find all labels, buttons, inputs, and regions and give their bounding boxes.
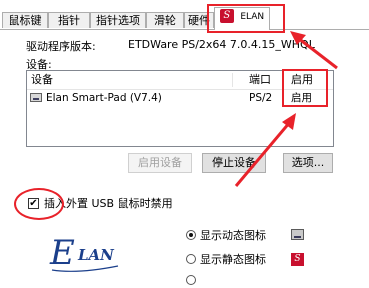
driver-version-label: 驱动程序版本: [26, 40, 96, 53]
tab-pointers[interactable]: 指针 [48, 12, 90, 28]
column-port[interactable]: 端口 [249, 71, 271, 89]
dynamic-touchpad-icon [291, 229, 304, 240]
tab-buttons[interactable]: 鼠标键 [2, 12, 48, 28]
annotation-circle-usb [14, 188, 64, 220]
radio-dynamic-button[interactable] [186, 230, 196, 240]
tab-wheel[interactable]: 滑轮 [146, 12, 184, 28]
static-elan-icon: S [291, 253, 304, 266]
options-button[interactable]: 选项... [283, 153, 333, 173]
radio-static-button[interactable] [186, 254, 196, 264]
tab-pointer-options[interactable]: 指针选项 [90, 12, 146, 28]
elan-logo-text: LAN [77, 246, 115, 264]
annotation-box-status [282, 69, 328, 107]
disable-device-button[interactable]: 停止设备 [202, 153, 266, 173]
enable-device-button[interactable]: 启用设备 [128, 153, 192, 173]
tab-elan[interactable]: S ELAN [214, 7, 270, 30]
device-name: Elan Smart-Pad (V7.4) [46, 92, 162, 104]
column-device[interactable]: 设备 [31, 71, 53, 89]
tab-strip: 鼠标键 指针 指针选项 滑轮 硬件 S ELAN [0, 0, 369, 30]
elan-logo-letter: E [49, 233, 75, 273]
radio-dynamic-label: 显示动态图标 [200, 229, 266, 242]
tab-elan-label: ELAN [240, 12, 265, 22]
driver-version-value: ETDWare PS/2x64 7.0.4.15_WHQL [128, 38, 315, 51]
driver-version: 驱动程序版本: ETDWare PS/2x64 7.0.4.15_WHQL [26, 38, 315, 54]
elan-icon: S [219, 9, 234, 23]
elan-logo: E LAN [48, 228, 126, 277]
device-port: PS/2 [249, 92, 273, 104]
radio-static-label: 显示静态图标 [200, 253, 266, 266]
touchpad-icon [30, 93, 42, 102]
